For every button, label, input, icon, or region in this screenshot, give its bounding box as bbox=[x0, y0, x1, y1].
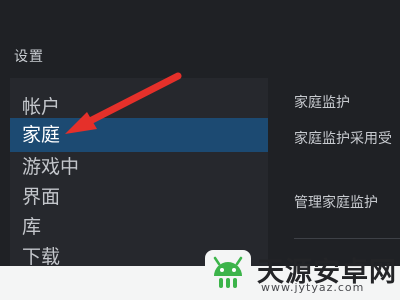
settings-window: 设置 帐户 家庭 游戏中 界面 库 下载 家庭监护 家庭监护采用受 管理家庭监护 bbox=[0, 0, 400, 266]
manage-family-view-link[interactable]: 管理家庭监护 bbox=[294, 192, 378, 212]
sidebar-item-family[interactable]: 家庭 bbox=[10, 118, 268, 152]
family-settings-panel: 家庭监护 家庭监护采用受 管理家庭监护 bbox=[276, 78, 400, 266]
sidebar-item-interface[interactable]: 界面 bbox=[10, 180, 268, 214]
settings-sidebar: 帐户 家庭 游戏中 界面 库 下载 bbox=[10, 78, 268, 266]
window-title: 设置 bbox=[14, 49, 44, 65]
watermark: 天源安卓网 www.jytyaz.com bbox=[205, 246, 396, 296]
family-view-description: 家庭监护采用受 bbox=[294, 131, 392, 147]
sidebar-item-in-game[interactable]: 游戏中 bbox=[10, 150, 268, 184]
family-view-heading: 家庭监护 bbox=[294, 95, 350, 111]
android-logo-icon bbox=[205, 250, 251, 292]
content-divider bbox=[294, 238, 400, 239]
watermark-url: www.jytyaz.com bbox=[261, 281, 365, 294]
sidebar-item-library[interactable]: 库 bbox=[10, 210, 268, 244]
